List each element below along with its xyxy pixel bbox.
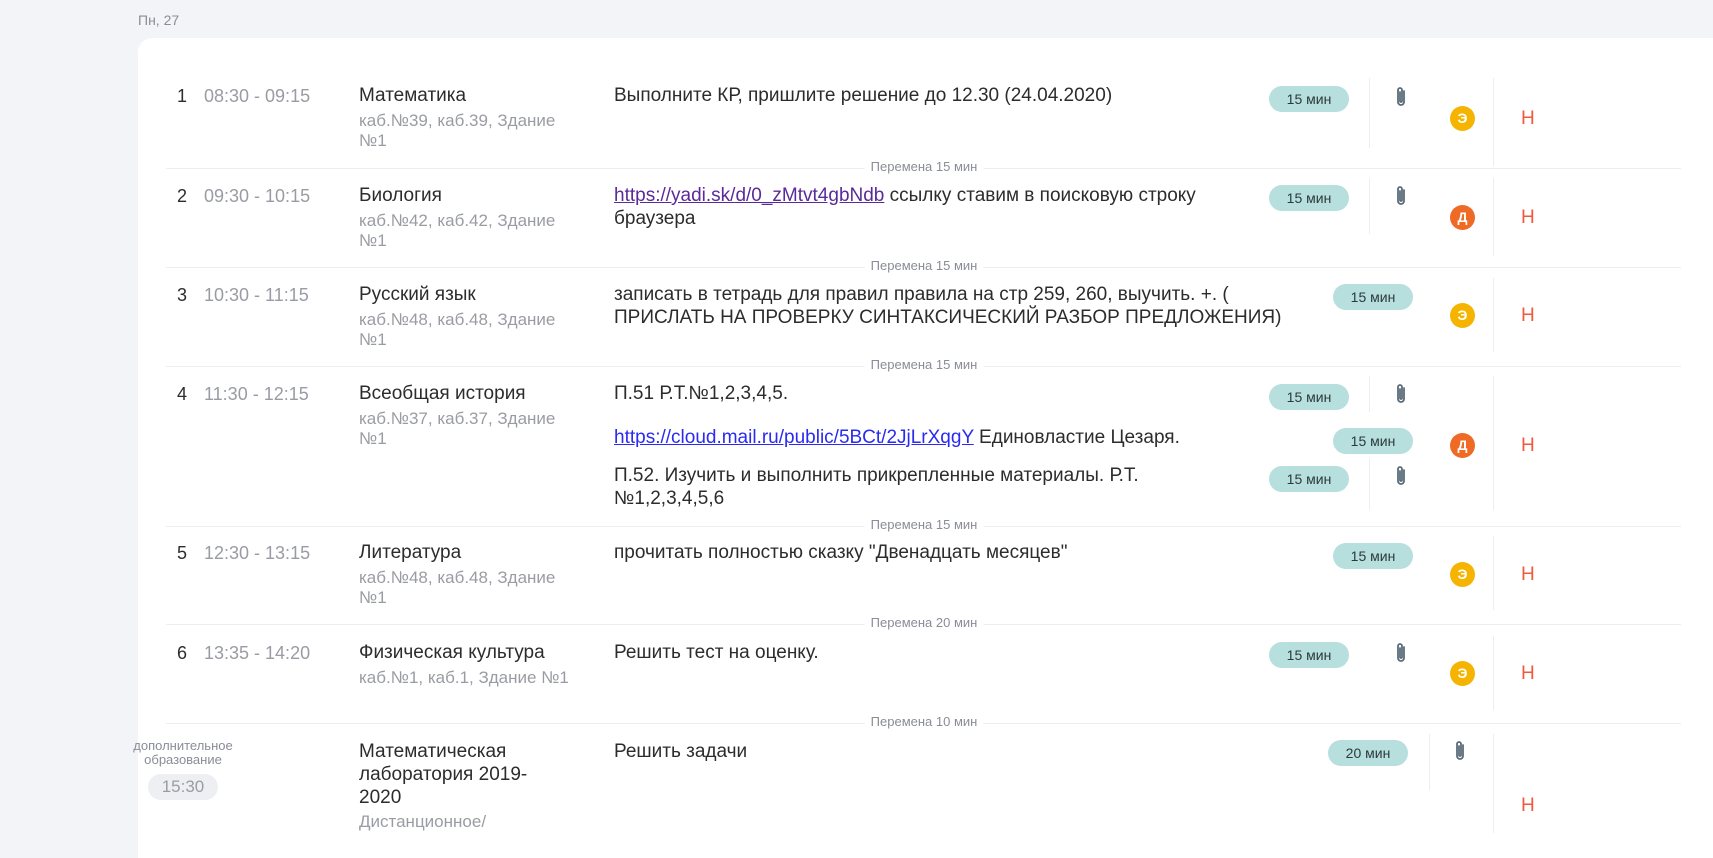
divider bbox=[1369, 458, 1370, 510]
lesson-number: 3 bbox=[177, 285, 188, 305]
lesson-room: Дистанционное/ bbox=[359, 812, 487, 831]
duration-pill: 15 мин bbox=[1269, 384, 1349, 410]
lesson-badge[interactable]: Э bbox=[1450, 106, 1475, 131]
homework-text: Решить тест на оценку. bbox=[614, 642, 819, 663]
divider bbox=[1369, 78, 1370, 148]
duration-pill: 15 мин bbox=[1333, 428, 1413, 454]
lesson-time: 09:30 - 10:15 bbox=[204, 186, 311, 206]
divider bbox=[1493, 278, 1494, 352]
lesson-time: 11:30 - 12:15 bbox=[204, 384, 309, 404]
lesson-room: каб.№42, каб.42, Здание №1 bbox=[359, 211, 556, 250]
lesson-time: 10:30 - 11:15 bbox=[204, 285, 309, 305]
duration-pill: 15 мин bbox=[1269, 466, 1349, 492]
paperclip-icon[interactable] bbox=[1452, 739, 1468, 763]
homework-text: П.51 Р.Т.№1,2,3,4,5. bbox=[614, 383, 789, 404]
lesson-number: 6 bbox=[177, 643, 188, 663]
duration-pill: 20 мин bbox=[1328, 740, 1408, 766]
lesson-subject[interactable]: Физическая культура bbox=[359, 641, 569, 664]
homework-link[interactable]: https://yadi.sk/d/0_zMtvt4gbNdb bbox=[614, 185, 884, 206]
lesson-badge[interactable]: Э bbox=[1450, 303, 1475, 328]
break-label: Перемена 15 мин bbox=[864, 159, 984, 174]
paperclip-icon[interactable] bbox=[1393, 641, 1409, 665]
lesson-number: 5 bbox=[177, 543, 188, 563]
lesson-subject[interactable]: Математическая лаборатория 2019-2020 bbox=[359, 740, 569, 809]
homework-text: Выполните КР, пришлите решение до 12.30 … bbox=[614, 85, 1113, 106]
homework-text-tail: Единовластие Цезаря. bbox=[973, 427, 1180, 448]
homework-text: П.52. Изучить и выполнить прикрепленные … bbox=[614, 465, 1139, 509]
paperclip-icon[interactable] bbox=[1393, 85, 1409, 109]
divider bbox=[1493, 734, 1494, 833]
divider bbox=[1369, 376, 1370, 412]
lesson-number: 1 bbox=[177, 86, 188, 106]
duration-pill: 15 мин bbox=[1333, 284, 1413, 310]
attendance-mark[interactable]: Н bbox=[1521, 663, 1535, 685]
extra-time-pill: 15:30 bbox=[148, 774, 218, 800]
lesson-subject[interactable]: Литература bbox=[359, 541, 569, 564]
lesson-room: каб.№48, каб.48, Здание №1 bbox=[359, 310, 556, 349]
paperclip-icon[interactable] bbox=[1393, 382, 1409, 406]
break-label: Перемена 15 мин bbox=[864, 258, 984, 273]
lesson-time: 08:30 - 09:15 bbox=[204, 86, 311, 106]
paperclip-icon[interactable] bbox=[1393, 184, 1409, 208]
divider bbox=[1493, 376, 1494, 510]
duration-pill: 15 мин bbox=[1269, 642, 1349, 668]
attendance-mark[interactable]: Н bbox=[1521, 207, 1535, 229]
lesson-badge[interactable]: Д bbox=[1450, 433, 1475, 458]
lesson-subject[interactable]: Русский язык bbox=[359, 283, 569, 306]
date-label: Пн, 27 bbox=[138, 12, 180, 28]
break-label: Перемена 15 мин bbox=[864, 357, 984, 372]
duration-pill: 15 мин bbox=[1269, 185, 1349, 211]
homework-text: Решить задачи bbox=[614, 741, 748, 762]
duration-pill: 15 мин bbox=[1269, 86, 1349, 112]
lesson-room: каб.№48, каб.48, Здание №1 bbox=[359, 568, 556, 607]
attendance-mark[interactable]: Н bbox=[1521, 564, 1535, 586]
divider bbox=[1493, 536, 1494, 610]
divider bbox=[1493, 178, 1494, 256]
lesson-number: 2 bbox=[177, 186, 188, 206]
break-label: Перемена 10 мин bbox=[864, 714, 984, 729]
lesson-subject[interactable]: Математика bbox=[359, 84, 569, 107]
attendance-mark[interactable]: Н bbox=[1521, 435, 1535, 457]
extra-education-label: дополнительное образование bbox=[133, 738, 233, 767]
lesson-badge[interactable]: Э bbox=[1450, 661, 1475, 686]
duration-pill: 15 мин bbox=[1333, 543, 1413, 569]
attendance-mark[interactable]: Н bbox=[1521, 795, 1535, 817]
homework-text: прочитать полностью сказку "Двенадцать м… bbox=[614, 542, 1068, 563]
divider bbox=[1493, 636, 1494, 710]
divider bbox=[1429, 734, 1430, 790]
homework-text: записать в тетрадь для правил правила на… bbox=[614, 284, 1282, 328]
lesson-subject[interactable]: Биология bbox=[359, 184, 569, 207]
break-label: Перемена 15 мин bbox=[864, 517, 984, 532]
lesson-number: 4 bbox=[177, 384, 188, 404]
lesson-room: каб.№37, каб.37, Здание №1 bbox=[359, 409, 556, 448]
lesson-time: 12:30 - 13:15 bbox=[204, 543, 311, 563]
lesson-badge[interactable]: Э bbox=[1450, 562, 1475, 587]
lesson-time: 13:35 - 14:20 bbox=[204, 643, 311, 663]
attendance-mark[interactable]: Н bbox=[1521, 305, 1535, 327]
divider bbox=[1369, 178, 1370, 234]
lesson-badge[interactable]: Д bbox=[1450, 205, 1475, 230]
divider bbox=[1493, 78, 1494, 166]
paperclip-icon[interactable] bbox=[1393, 464, 1409, 488]
lesson-room: каб.№39, каб.39, Здание №1 bbox=[359, 111, 556, 150]
lesson-subject[interactable]: Всеобщая история bbox=[359, 382, 569, 405]
homework-text: https://yadi.sk/d/0_zMtvt4gbNdb ссылку с… bbox=[614, 184, 1264, 230]
break-label: Перемена 20 мин bbox=[864, 615, 984, 630]
lesson-room: каб.№1, каб.1, Здание №1 bbox=[359, 668, 569, 687]
homework-text: https://cloud.mail.ru/public/5BCt/2JjLrX… bbox=[614, 426, 1314, 449]
attendance-mark[interactable]: Н bbox=[1521, 108, 1535, 130]
homework-link[interactable]: https://cloud.mail.ru/public/5BCt/2JjLrX… bbox=[614, 427, 974, 448]
